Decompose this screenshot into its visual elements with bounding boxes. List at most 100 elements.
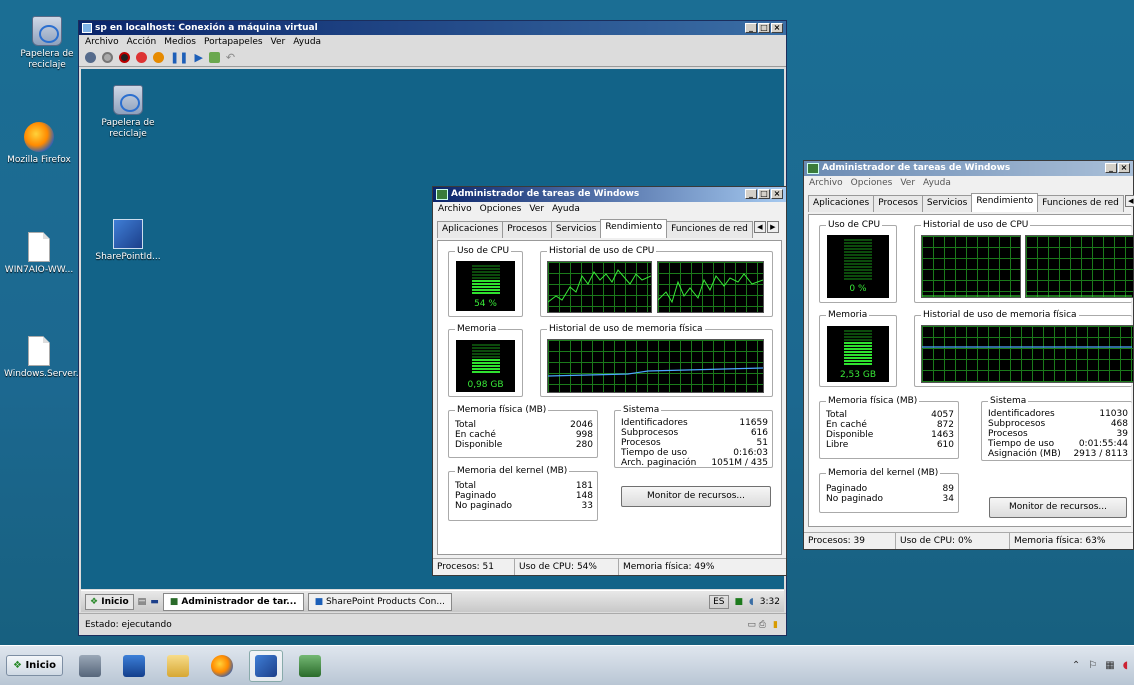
language-indicator[interactable]: ES xyxy=(709,594,729,609)
taskbar-vm-connection[interactable] xyxy=(248,649,283,682)
menu-archivo[interactable]: Archivo xyxy=(809,176,843,190)
memory-group: Memoria 0,98 GB xyxy=(448,324,523,397)
resume-icon[interactable]: ▶ xyxy=(194,51,202,64)
close-button[interactable]: × xyxy=(771,23,783,33)
resource-monitor-button[interactable]: Monitor de recursos... xyxy=(621,486,771,507)
memory-label: Memoria xyxy=(455,324,499,334)
minimize-button[interactable]: _ xyxy=(745,189,757,199)
table-row: Procesos 51 xyxy=(621,438,768,448)
guest-icon-recycle-bin[interactable]: Papelera de reciclaje xyxy=(93,85,163,140)
menu-medios[interactable]: Medios xyxy=(164,35,196,49)
desktop-icon-recycle-bin[interactable]: Papelera de reciclaje xyxy=(12,16,82,71)
tab-rendimiento[interactable]: Rendimiento xyxy=(600,219,668,238)
meter-segment xyxy=(471,277,500,279)
cpu-history-graph-core1 xyxy=(547,261,652,313)
vm-toolbar: ❚❚ ▶ ↶ xyxy=(79,49,786,67)
meter-segment xyxy=(844,248,872,250)
table-row: No paginado 33 xyxy=(455,501,593,511)
close-button[interactable]: × xyxy=(1118,163,1130,173)
shutdown-icon[interactable] xyxy=(136,52,147,63)
quick-launch-desktop-icon[interactable]: ▬ xyxy=(150,597,159,607)
row-key: Tiempo de uso xyxy=(988,439,1055,449)
taskbar-powershell[interactable] xyxy=(117,650,151,682)
maximize-button[interactable]: □ xyxy=(758,189,770,199)
row-value: 1463 xyxy=(931,430,954,440)
clock[interactable]: 3:32 xyxy=(760,597,780,607)
cpu-history-line xyxy=(922,295,1020,297)
menu-accion[interactable]: Acción xyxy=(127,35,157,49)
tab-servicios[interactable]: Servicios xyxy=(921,195,973,212)
tab-aplicaciones[interactable]: Aplicaciones xyxy=(808,195,875,212)
revert-icon[interactable]: ↶ xyxy=(226,51,235,64)
volume-icon[interactable]: ◖ xyxy=(749,597,754,607)
show-hidden-icons-icon[interactable]: ⌃ xyxy=(1072,660,1080,671)
row-value: 4057 xyxy=(931,410,954,420)
menu-ver[interactable]: Ver xyxy=(900,176,915,190)
tab-funciones-de-red[interactable]: Funciones de red xyxy=(1037,195,1124,212)
taskbar-task-manager[interactable] xyxy=(293,650,327,682)
vm-title-bar[interactable]: sp en localhost: Conexión a máquina virt… xyxy=(79,21,786,35)
guest-task-task-manager[interactable]: ■ Administrador de tar... xyxy=(162,592,304,611)
chevron-right-icon[interactable]: ▶ xyxy=(766,221,779,233)
quick-launch-server-icon[interactable]: ▤ xyxy=(138,597,147,607)
host-task-manager-window: Administrador de tareas de Windows _ × A… xyxy=(803,160,1134,550)
table-row: Libre 610 xyxy=(826,440,954,450)
ctrl-alt-del-icon[interactable] xyxy=(85,52,96,63)
task-manager-title-bar[interactable]: Administrador de tareas de Windows _ □ × xyxy=(433,187,786,202)
menu-ver[interactable]: Ver xyxy=(529,202,544,216)
taskbar-firefox[interactable] xyxy=(205,650,239,682)
action-center-flag-icon[interactable]: ⚐ xyxy=(1088,660,1097,671)
row-value: 11659 xyxy=(739,418,768,428)
network-icon[interactable]: ■ xyxy=(735,597,744,607)
tab-funciones-de-red[interactable]: Funciones de red xyxy=(666,221,753,238)
maximize-button[interactable]: □ xyxy=(758,23,770,33)
cpu-usage-group: Uso de CPU 0 % xyxy=(819,220,897,303)
guest-icon-sharepoint[interactable]: SharePointId... xyxy=(93,219,163,263)
meter-segment xyxy=(844,266,872,268)
taskbar-server-manager[interactable] xyxy=(73,650,107,682)
network-icon[interactable]: ▦ xyxy=(1105,660,1114,671)
menu-ayuda[interactable]: Ayuda xyxy=(293,35,321,49)
start-vm-icon[interactable] xyxy=(102,52,113,63)
snapshot-icon[interactable] xyxy=(208,52,220,63)
menu-ayuda[interactable]: Ayuda xyxy=(552,202,580,216)
tab-aplicaciones[interactable]: Aplicaciones xyxy=(437,221,504,238)
meter-segment xyxy=(844,360,872,362)
tab-procesos[interactable]: Procesos xyxy=(873,195,923,212)
system-label: Sistema xyxy=(621,405,662,415)
menu-ver[interactable]: Ver xyxy=(271,35,286,49)
host-start-button[interactable]: ❖ Inicio xyxy=(6,655,63,676)
menu-archivo[interactable]: Archivo xyxy=(85,35,119,49)
volume-muted-icon[interactable]: ◖ xyxy=(1123,660,1128,671)
turn-off-icon[interactable] xyxy=(119,52,130,63)
minimize-button[interactable]: _ xyxy=(1105,163,1117,173)
minimize-button[interactable]: _ xyxy=(745,23,757,33)
tab-procesos[interactable]: Procesos xyxy=(502,221,552,238)
pause-icon[interactable]: ❚❚ xyxy=(170,51,188,64)
memory-history-line xyxy=(547,367,764,377)
taskbar-explorer[interactable] xyxy=(161,650,195,682)
memory-meter-value: 2,53 GB xyxy=(839,370,877,380)
menu-archivo[interactable]: Archivo xyxy=(438,202,472,216)
menu-opciones[interactable]: Opciones xyxy=(851,176,893,190)
chevron-left-icon[interactable]: ◀ xyxy=(1124,195,1134,207)
tab-rendimiento[interactable]: Rendimiento xyxy=(971,193,1039,212)
power-icon[interactable] xyxy=(153,52,164,63)
desktop-icon-file-win7[interactable]: WIN7AIO-WW... xyxy=(4,232,74,276)
physical-memory-table: Total 4057 En caché 872 Disponible 1463 Lib… xyxy=(826,410,954,450)
chevron-left-icon[interactable]: ◀ xyxy=(753,221,766,233)
menu-opciones[interactable]: Opciones xyxy=(480,202,522,216)
close-button[interactable]: × xyxy=(771,189,783,199)
resource-monitor-button[interactable]: Monitor de recursos... xyxy=(989,497,1127,518)
task-manager-title-bar[interactable]: Administrador de tareas de Windows _ × xyxy=(804,161,1133,176)
guest-task-sharepoint[interactable]: ■ SharePoint Products Con... xyxy=(307,592,452,611)
guest-start-button[interactable]: ❖ Inicio xyxy=(85,593,134,610)
memory-meter-value: 0,98 GB xyxy=(467,380,504,390)
desktop-icon-firefox[interactable]: Mozilla Firefox xyxy=(4,122,74,166)
physical-memory-label: Memoria física (MB) xyxy=(826,396,920,406)
tab-servicios[interactable]: Servicios xyxy=(550,221,602,238)
menu-portapapeles[interactable]: Portapapeles xyxy=(204,35,263,49)
desktop-icon-file-windows-server[interactable]: Windows.Server... xyxy=(4,336,84,380)
memory-history-graph xyxy=(921,325,1133,383)
menu-ayuda[interactable]: Ayuda xyxy=(923,176,951,190)
